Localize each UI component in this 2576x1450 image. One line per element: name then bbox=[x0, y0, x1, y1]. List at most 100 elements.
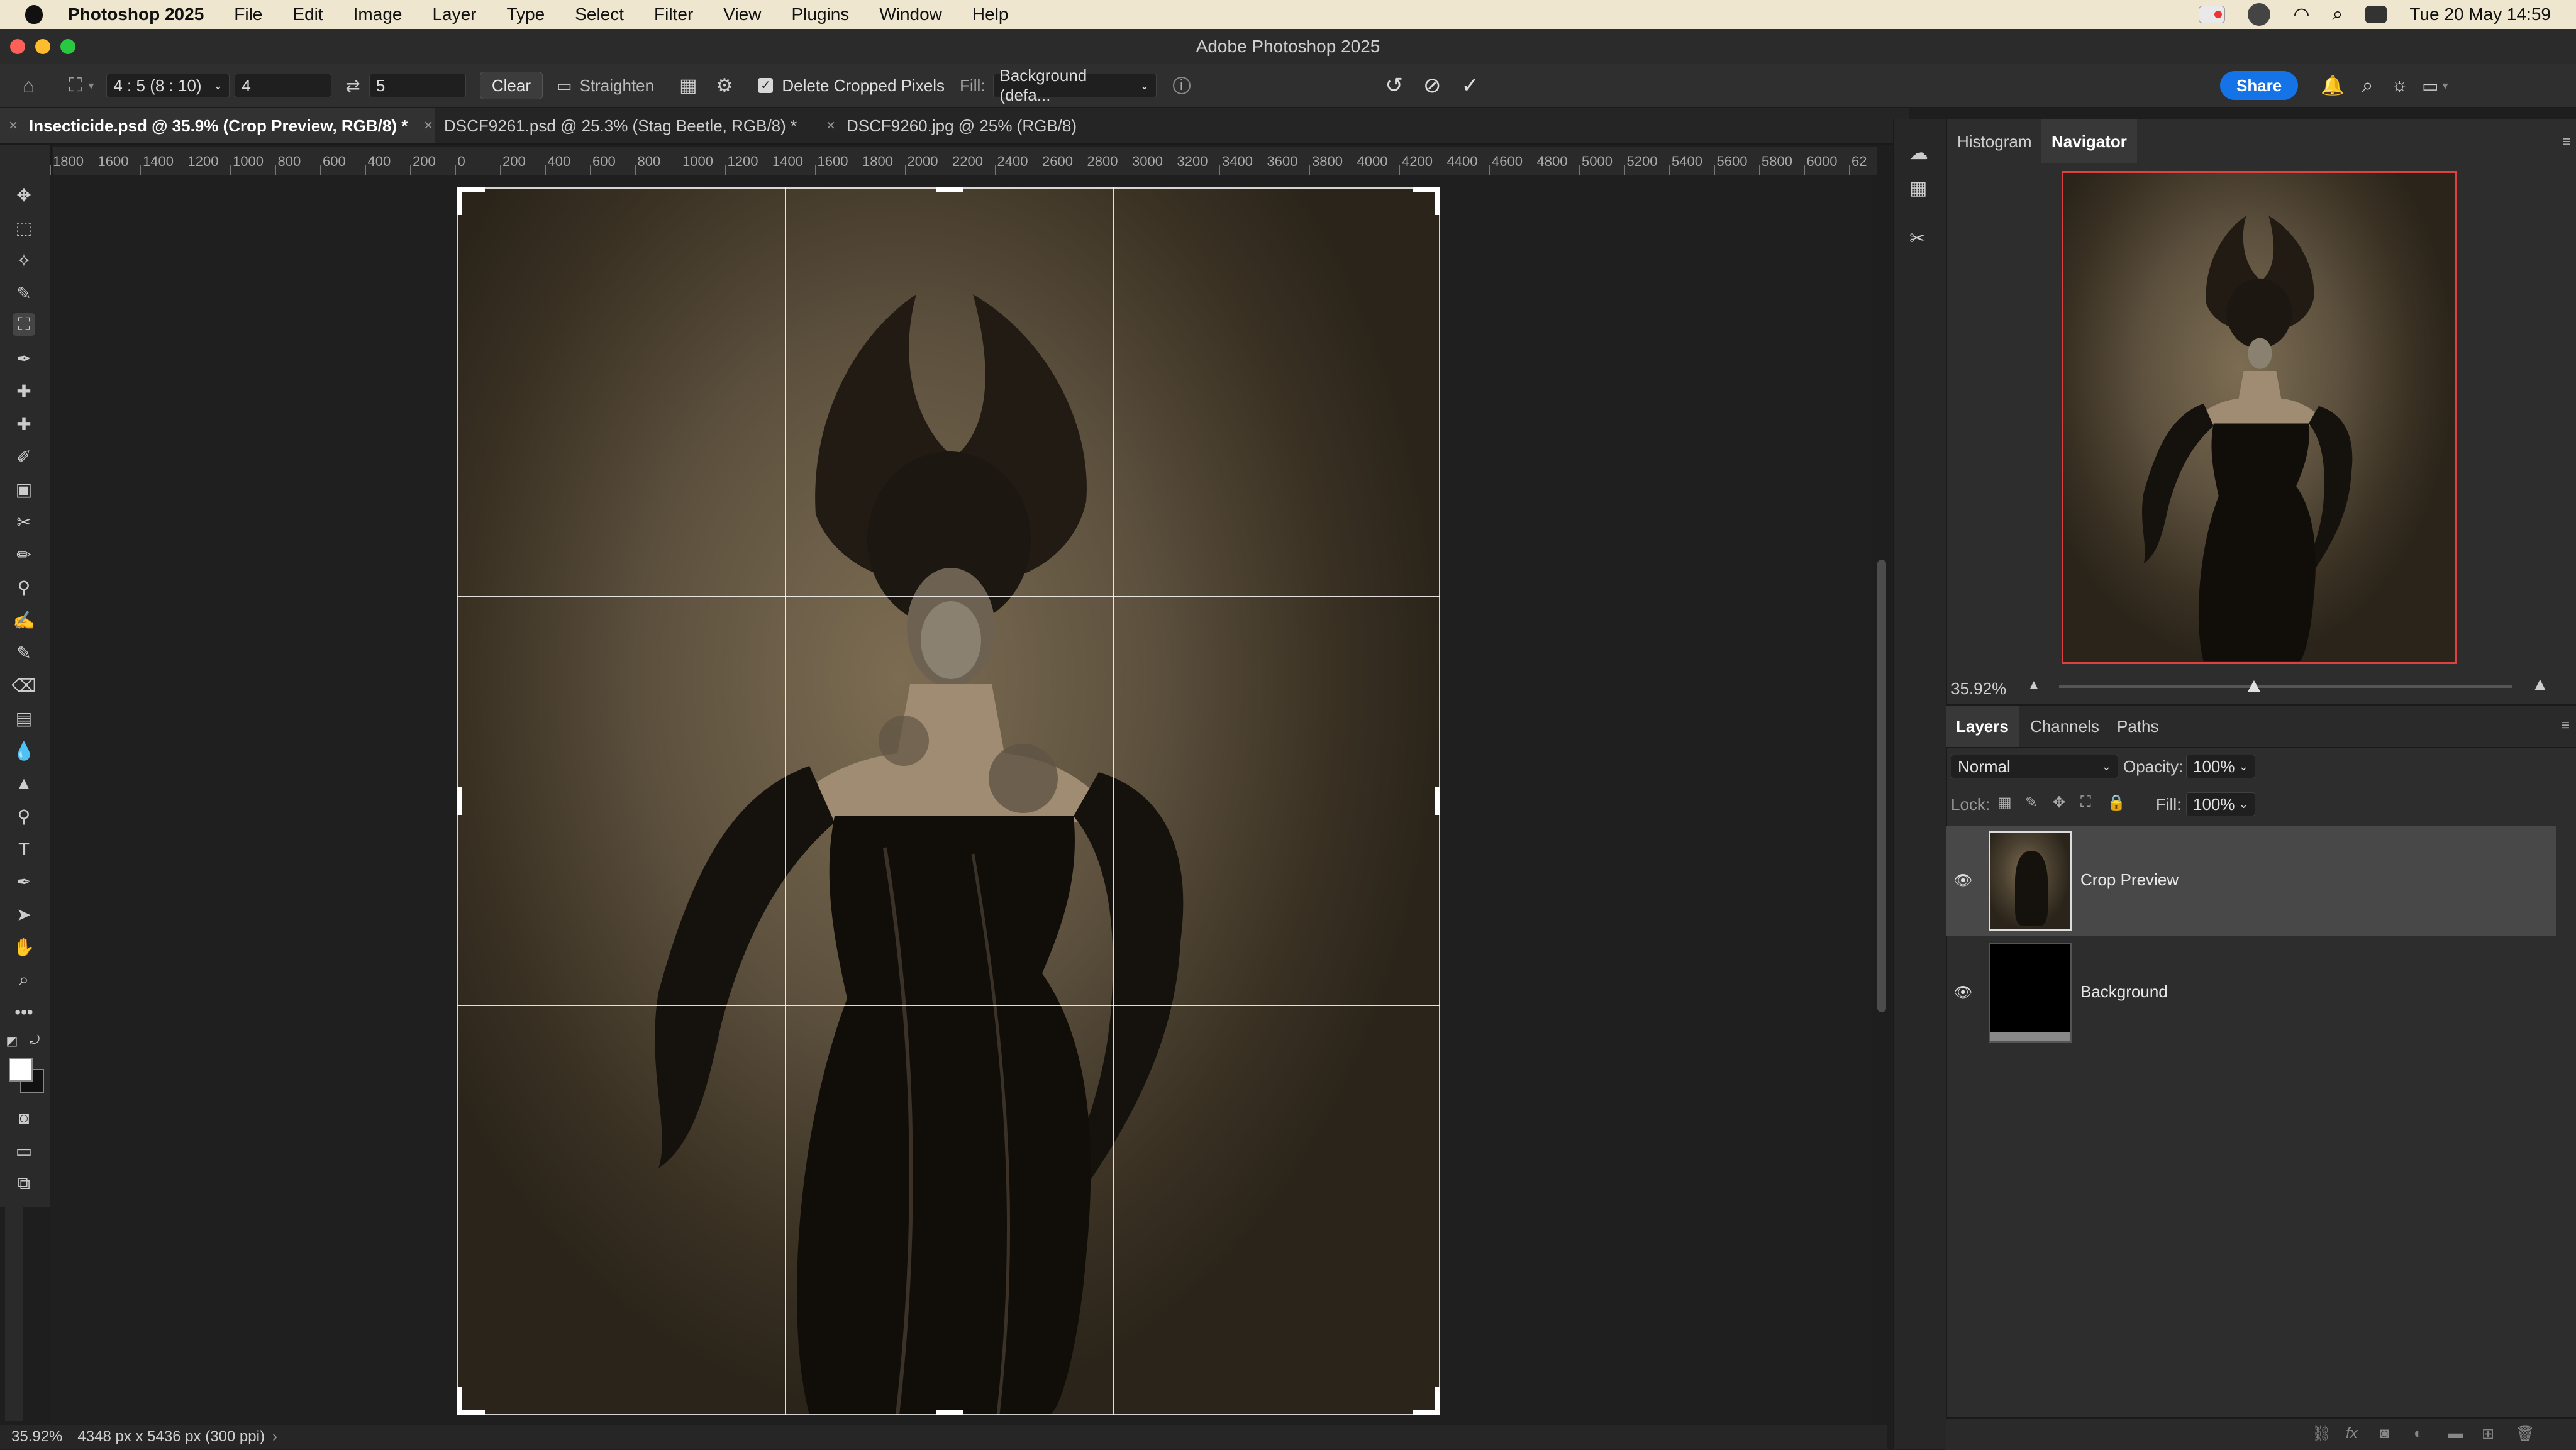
object-selection-tool-icon[interactable]: ✧ bbox=[13, 249, 35, 272]
workspace-icon[interactable]: ▭ bbox=[2422, 75, 2438, 96]
search-icon[interactable]: ⌕ bbox=[2362, 74, 2373, 97]
menu-edit[interactable]: Edit bbox=[292, 4, 323, 25]
delete-cropped-checkbox[interactable]: ✓ bbox=[758, 78, 774, 93]
tab-layers[interactable]: Layers bbox=[1946, 706, 2019, 747]
chevron-down-icon[interactable]: ⌄ bbox=[2239, 798, 2248, 811]
move-tool-icon[interactable]: ✥ bbox=[13, 184, 35, 206]
link-layers-icon[interactable]: ⛓ bbox=[2312, 1425, 2331, 1443]
menu-help[interactable]: Help bbox=[972, 4, 1009, 25]
new-layer-icon[interactable]: ⊞ bbox=[2482, 1425, 2494, 1443]
pen-tool-icon[interactable]: ✒ bbox=[13, 870, 35, 893]
remove-tool-icon[interactable]: ✐ bbox=[13, 445, 35, 468]
ratio-height-input[interactable]: 5 bbox=[369, 74, 466, 97]
tab-paths[interactable]: Paths bbox=[2107, 706, 2169, 747]
tab-dscf9261[interactable]: × DSCF9261.psd @ 25.3% (Stag Beetle, RGB… bbox=[415, 108, 838, 143]
menu-type[interactable]: Type bbox=[507, 4, 545, 25]
delete-layer-icon[interactable]: 🗑 bbox=[2516, 1425, 2534, 1443]
zoom-slider-track[interactable] bbox=[2059, 680, 2512, 692]
menu-select[interactable]: Select bbox=[575, 4, 624, 25]
menu-view[interactable]: View bbox=[723, 4, 761, 25]
clear-button[interactable]: Clear bbox=[479, 72, 543, 99]
new-group-icon[interactable]: ▬ bbox=[2448, 1425, 2463, 1442]
document-image[interactable] bbox=[457, 187, 1440, 1415]
chevron-down-icon[interactable]: ▾ bbox=[88, 79, 94, 92]
clone-stamp-tool-icon[interactable]: ⚲ bbox=[13, 576, 35, 599]
tab-histogram[interactable]: Histogram bbox=[1947, 119, 2041, 163]
panel-menu-icon[interactable]: ≡ bbox=[2562, 133, 2571, 151]
brush-tool-icon[interactable]: ✏ bbox=[13, 543, 35, 566]
tab-navigator[interactable]: Navigator bbox=[2041, 119, 2137, 163]
overlay-grid-icon[interactable]: ▦ bbox=[679, 75, 697, 97]
swap-colors-icon[interactable]: ⤾ bbox=[25, 1031, 44, 1050]
crop-ratio-select[interactable]: 4 : 5 (8 : 10) ⌄ bbox=[106, 74, 230, 97]
gradient-tool-icon[interactable]: ▤ bbox=[13, 707, 35, 729]
menu-window[interactable]: Window bbox=[879, 4, 942, 25]
chevron-right-icon[interactable]: › bbox=[272, 1428, 277, 1446]
eraser-tool-icon[interactable]: ⌫ bbox=[11, 674, 36, 697]
contextual-taskbar-icon[interactable]: ⧉ bbox=[13, 1172, 35, 1195]
visibility-eye-icon[interactable]: 👁 bbox=[1953, 983, 1972, 1001]
lock-transparent-icon[interactable]: ▦ bbox=[1997, 794, 2012, 812]
table-properties-icon[interactable]: ▦ bbox=[1909, 177, 1927, 199]
add-mask-icon[interactable]: ◙ bbox=[2380, 1425, 2389, 1442]
navigator-thumbnail[interactable] bbox=[2062, 171, 2457, 664]
blur-tool-icon[interactable]: 💧 bbox=[13, 739, 35, 762]
chevron-down-icon[interactable]: ▾ bbox=[2443, 79, 2448, 92]
lock-image-icon[interactable]: ✎ bbox=[2025, 794, 2038, 812]
control-center-icon[interactable] bbox=[2365, 6, 2387, 23]
spotlight-search-icon[interactable]: ⌕ bbox=[2333, 4, 2343, 25]
quick-selection-tool-icon[interactable]: ✎ bbox=[13, 282, 35, 304]
layer-row-background[interactable]: 👁 Background bbox=[1946, 938, 2556, 1048]
default-colors-icon[interactable]: ◩ bbox=[3, 1031, 21, 1050]
visibility-eye-icon[interactable]: 👁 bbox=[1953, 872, 1972, 889]
zoom-slider-thumb[interactable] bbox=[2247, 680, 2260, 692]
panel-menu-icon[interactable]: ≡ bbox=[2561, 717, 2570, 734]
tab-channels[interactable]: Channels bbox=[2020, 706, 2109, 747]
straighten-button[interactable]: Straighten bbox=[580, 76, 655, 96]
blend-mode-select[interactable]: Normal ⌄ bbox=[1951, 755, 2118, 778]
foreground-color-swatch[interactable] bbox=[9, 1058, 33, 1082]
cancel-crop-icon[interactable]: ⊘ bbox=[1423, 73, 1441, 98]
crop-handle-bottom-left[interactable] bbox=[457, 1387, 462, 1415]
crop-handle-right[interactable] bbox=[1435, 787, 1440, 815]
zoom-tool-icon[interactable]: ⌕ bbox=[13, 968, 35, 991]
patch-tool-icon[interactable]: ✂ bbox=[13, 511, 35, 533]
lock-artboard-icon[interactable]: ⛶ bbox=[2080, 794, 2091, 811]
menu-layer[interactable]: Layer bbox=[432, 4, 476, 25]
menu-filter[interactable]: Filter bbox=[654, 4, 693, 25]
home-icon[interactable]: ⌂ bbox=[23, 74, 35, 97]
menu-app-name[interactable]: Photoshop 2025 bbox=[68, 4, 204, 25]
lock-position-icon[interactable]: ✥ bbox=[2053, 794, 2065, 812]
crop-tool-preset-icon[interactable]: ⛶ bbox=[69, 75, 82, 96]
layer-name[interactable]: Crop Preview bbox=[2080, 870, 2179, 890]
creative-cloud-icon[interactable] bbox=[2248, 3, 2271, 26]
close-tab-icon[interactable]: × bbox=[826, 117, 835, 135]
crop-handle-top[interactable] bbox=[936, 187, 963, 192]
menu-file[interactable]: File bbox=[234, 4, 262, 25]
wifi-icon[interactable]: ◠ bbox=[2293, 4, 2309, 26]
layer-style-icon[interactable]: fx bbox=[2346, 1425, 2358, 1442]
sharpen-tool-icon[interactable]: ▲ bbox=[13, 772, 35, 795]
layer-name[interactable]: Background bbox=[2080, 982, 2168, 1002]
share-button[interactable]: Share bbox=[2220, 71, 2299, 100]
zoom-in-icon[interactable]: ▲ bbox=[2531, 674, 2550, 695]
eyedropper-tool-icon[interactable]: ✒ bbox=[13, 347, 35, 370]
layer-row-crop-preview[interactable]: 👁 Crop Preview bbox=[1946, 826, 2556, 936]
zoom-out-icon[interactable]: ▲ bbox=[2028, 678, 2040, 692]
dodge-tool-icon[interactable]: ⚲ bbox=[13, 805, 35, 827]
info-icon[interactable]: i bbox=[1172, 77, 1191, 94]
status-zoom[interactable]: 35.92% bbox=[11, 1428, 62, 1446]
crop-handle-top-right[interactable] bbox=[1435, 187, 1440, 215]
hand-tool-icon[interactable]: ✋ bbox=[13, 936, 35, 958]
crop-handle-bottom[interactable] bbox=[936, 1410, 963, 1415]
close-tab-icon[interactable]: × bbox=[9, 117, 18, 135]
type-tool-icon[interactable]: T bbox=[13, 838, 35, 860]
ratio-width-input[interactable]: 4 bbox=[235, 74, 332, 97]
fill-opacity-input[interactable]: 100% ⌄ bbox=[2186, 792, 2255, 816]
lock-all-icon[interactable]: 🔒 bbox=[2107, 794, 2126, 812]
notifications-bell-icon[interactable]: 🔔 bbox=[2321, 75, 2344, 97]
close-tab-icon[interactable]: × bbox=[424, 117, 433, 135]
navigator-zoom-value[interactable]: 35.92% bbox=[1951, 679, 2006, 699]
adjustments-icon[interactable]: ✂ bbox=[1909, 228, 1925, 250]
libraries-icon[interactable]: ☁ bbox=[1909, 142, 1928, 164]
